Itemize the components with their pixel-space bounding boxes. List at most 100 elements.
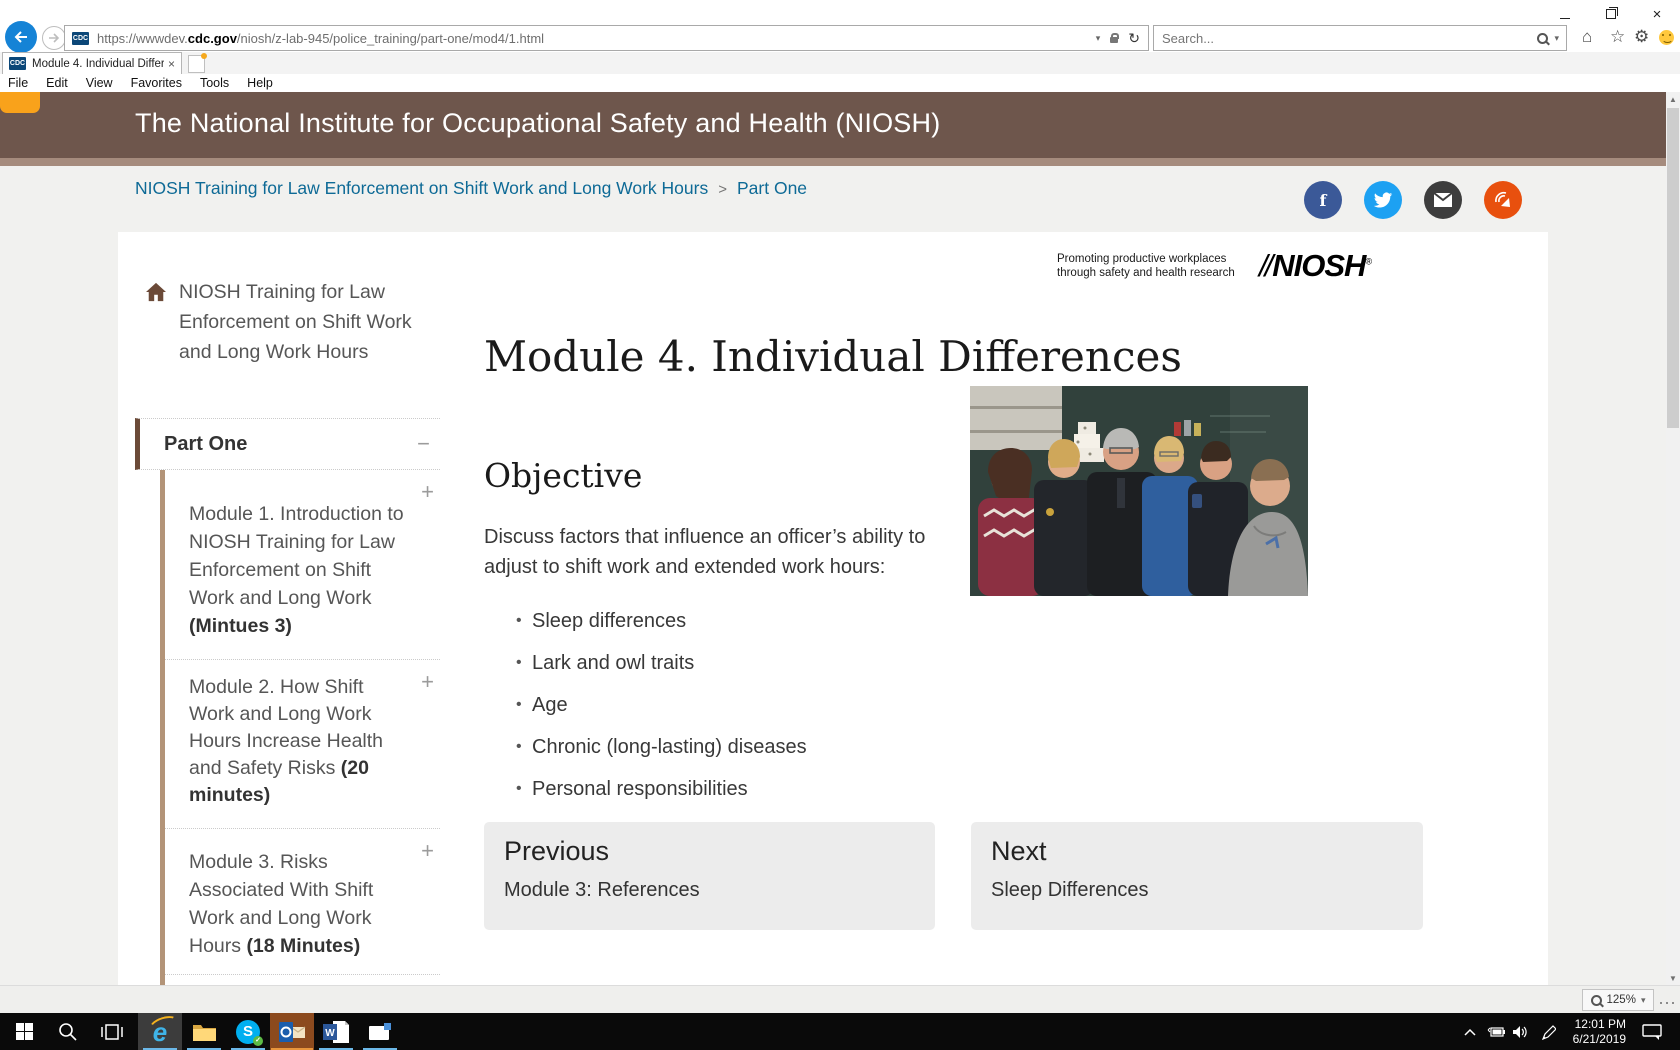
- zoom-control[interactable]: 125% ▾: [1582, 989, 1654, 1011]
- battery-icon: [1486, 1026, 1506, 1038]
- action-center-button[interactable]: [1634, 1013, 1670, 1050]
- site-banner: The National Institute for Occupational …: [0, 92, 1666, 158]
- vertical-scrollbar[interactable]: ▲ ▼: [1666, 92, 1680, 985]
- browser-chrome: × CDC https://wwwdev.cdc.gov/niosh/z-lab…: [0, 0, 1680, 92]
- clock[interactable]: 12:01 PM 6/21/2019: [1562, 1013, 1626, 1050]
- close-button[interactable]: ×: [1640, 4, 1674, 24]
- sidebar-section-part-one[interactable]: Part One −: [135, 418, 440, 470]
- windows-logo-icon: [16, 1023, 33, 1040]
- expand-icon[interactable]: +: [421, 668, 434, 695]
- tab-close-icon[interactable]: ×: [168, 57, 175, 71]
- menu-view[interactable]: View: [86, 76, 113, 90]
- niosh-logo: Promoting productive workplaces through …: [1057, 252, 1417, 284]
- module1-duration: (Mintues 3): [189, 615, 292, 637]
- sidebar-item-module4-current[interactable]: Module 4. Individual −: [165, 975, 440, 985]
- syndication-glyph: [1492, 189, 1514, 211]
- tray-expand-button[interactable]: [1458, 1013, 1482, 1050]
- search-box[interactable]: ▾: [1153, 25, 1567, 51]
- tab-module4[interactable]: CDC Module 4. Individual Differe... ×: [2, 52, 182, 74]
- taskbar: e S W: [0, 1013, 1680, 1050]
- list-item: Lark and owl traits: [484, 650, 807, 676]
- next-button[interactable]: Next Sleep Differences: [971, 822, 1423, 930]
- taskbar-skype[interactable]: S: [226, 1013, 270, 1050]
- menu-tools[interactable]: Tools: [200, 76, 229, 90]
- list-item: Personal responsibilities: [484, 776, 807, 802]
- lock-icon[interactable]: [1110, 37, 1118, 43]
- twitter-icon[interactable]: [1364, 181, 1402, 219]
- skip-link-tab[interactable]: [0, 92, 40, 113]
- outlook-icon: [279, 1020, 306, 1044]
- syndication-icon[interactable]: [1484, 181, 1522, 219]
- expand-icon[interactable]: +: [421, 478, 434, 506]
- module3-duration: (18 Minutes): [246, 935, 360, 957]
- scrollbar-thumb[interactable]: [1667, 108, 1679, 428]
- scroll-down-icon[interactable]: ▼: [1666, 971, 1680, 985]
- sidebar-home-item[interactable]: NIOSH Training for Law Enforcement on Sh…: [145, 277, 445, 367]
- sidebar-item-module2[interactable]: Module 2. How Shift Work and Long Work H…: [165, 660, 440, 829]
- list-item: Age: [484, 692, 807, 718]
- refresh-icon[interactable]: ↻: [1128, 31, 1140, 45]
- home-house-icon: [145, 282, 167, 302]
- zoom-magnifier-icon: [1591, 995, 1602, 1006]
- task-view-icon: [101, 1023, 123, 1041]
- previous-target: Module 3: References: [504, 879, 935, 902]
- search-icon[interactable]: [1537, 33, 1548, 44]
- sidebar-item-module3[interactable]: Module 3. Risks Associated With Shift Wo…: [165, 829, 440, 975]
- breadcrumb-root-link[interactable]: NIOSH Training for Law Enforcement on Sh…: [135, 178, 708, 198]
- menu-favorites[interactable]: Favorites: [131, 76, 182, 90]
- minimize-button[interactable]: [1548, 4, 1582, 24]
- twitter-bird-glyph: [1373, 190, 1393, 210]
- restore-button[interactable]: [1594, 4, 1628, 24]
- address-dropdown-icon[interactable]: ▾: [1096, 33, 1101, 44]
- settings-gear-icon[interactable]: ⚙: [1634, 28, 1649, 46]
- sidebar-item-module1[interactable]: Module 1. Introduction to NIOSH Training…: [165, 470, 440, 660]
- collapse-icon[interactable]: −: [417, 431, 430, 457]
- task-view-button[interactable]: [90, 1013, 134, 1050]
- scroll-up-icon[interactable]: ▲: [1666, 92, 1680, 106]
- clock-date: 6/21/2019: [1573, 1032, 1626, 1047]
- zoom-level: 125%: [1607, 994, 1636, 1006]
- breadcrumb: NIOSH Training for Law Enforcement on Sh…: [135, 178, 807, 199]
- list-item: Sleep differences: [484, 608, 807, 634]
- back-button[interactable]: [5, 21, 37, 53]
- taskbar-outlook[interactable]: [270, 1013, 314, 1050]
- taskbar-internet-explorer[interactable]: e: [138, 1013, 182, 1050]
- home-icon[interactable]: ⌂: [1582, 28, 1592, 46]
- menu-edit[interactable]: Edit: [46, 76, 68, 90]
- section-heading: Objective: [484, 456, 642, 495]
- close-icon: ×: [1653, 7, 1662, 22]
- start-button[interactable]: [2, 1013, 46, 1050]
- taskbar-search-button[interactable]: [46, 1013, 90, 1050]
- expand-icon[interactable]: +: [421, 837, 434, 865]
- battery-status[interactable]: [1484, 1013, 1508, 1050]
- intro-text: Discuss factors that influence an office…: [484, 522, 952, 582]
- previous-button[interactable]: Previous Module 3: References: [484, 822, 935, 930]
- taskbar-mail[interactable]: [358, 1013, 402, 1050]
- logo-tagline-line2: through safety and health research: [1057, 266, 1253, 280]
- banner-strip: [0, 158, 1666, 166]
- svg-text:f: f: [1320, 191, 1328, 210]
- address-bar[interactable]: CDC https://wwwdev.cdc.gov/niosh/z-lab-9…: [64, 25, 1149, 51]
- forward-button[interactable]: [42, 26, 66, 50]
- desktop: × CDC https://wwwdev.cdc.gov/niosh/z-lab…: [0, 0, 1680, 1050]
- breadcrumb-current-link[interactable]: Part One: [737, 178, 807, 198]
- zoom-dropdown-icon: ▾: [1641, 995, 1646, 1006]
- search-input[interactable]: [1154, 31, 1537, 46]
- tab-title: Module 4. Individual Differe...: [32, 58, 164, 70]
- word-icon: W: [323, 1020, 349, 1044]
- feedback-smiley-icon[interactable]: [1659, 30, 1674, 45]
- favorites-star-icon[interactable]: ☆: [1610, 28, 1625, 46]
- menu-help[interactable]: Help: [247, 76, 273, 90]
- new-tab-button[interactable]: [188, 55, 205, 73]
- taskbar-word[interactable]: W: [314, 1013, 358, 1050]
- taskbar-file-explorer[interactable]: [182, 1013, 226, 1050]
- volume-control[interactable]: [1508, 1013, 1532, 1050]
- next-target: Sleep Differences: [991, 879, 1423, 902]
- email-icon[interactable]: [1424, 181, 1462, 219]
- restore-icon: [1606, 9, 1616, 19]
- skype-icon: S: [236, 1020, 260, 1044]
- pen-settings[interactable]: [1536, 1013, 1560, 1050]
- menu-file[interactable]: File: [8, 76, 28, 90]
- search-dropdown-icon[interactable]: ▾: [1554, 33, 1559, 44]
- facebook-icon[interactable]: f: [1304, 181, 1342, 219]
